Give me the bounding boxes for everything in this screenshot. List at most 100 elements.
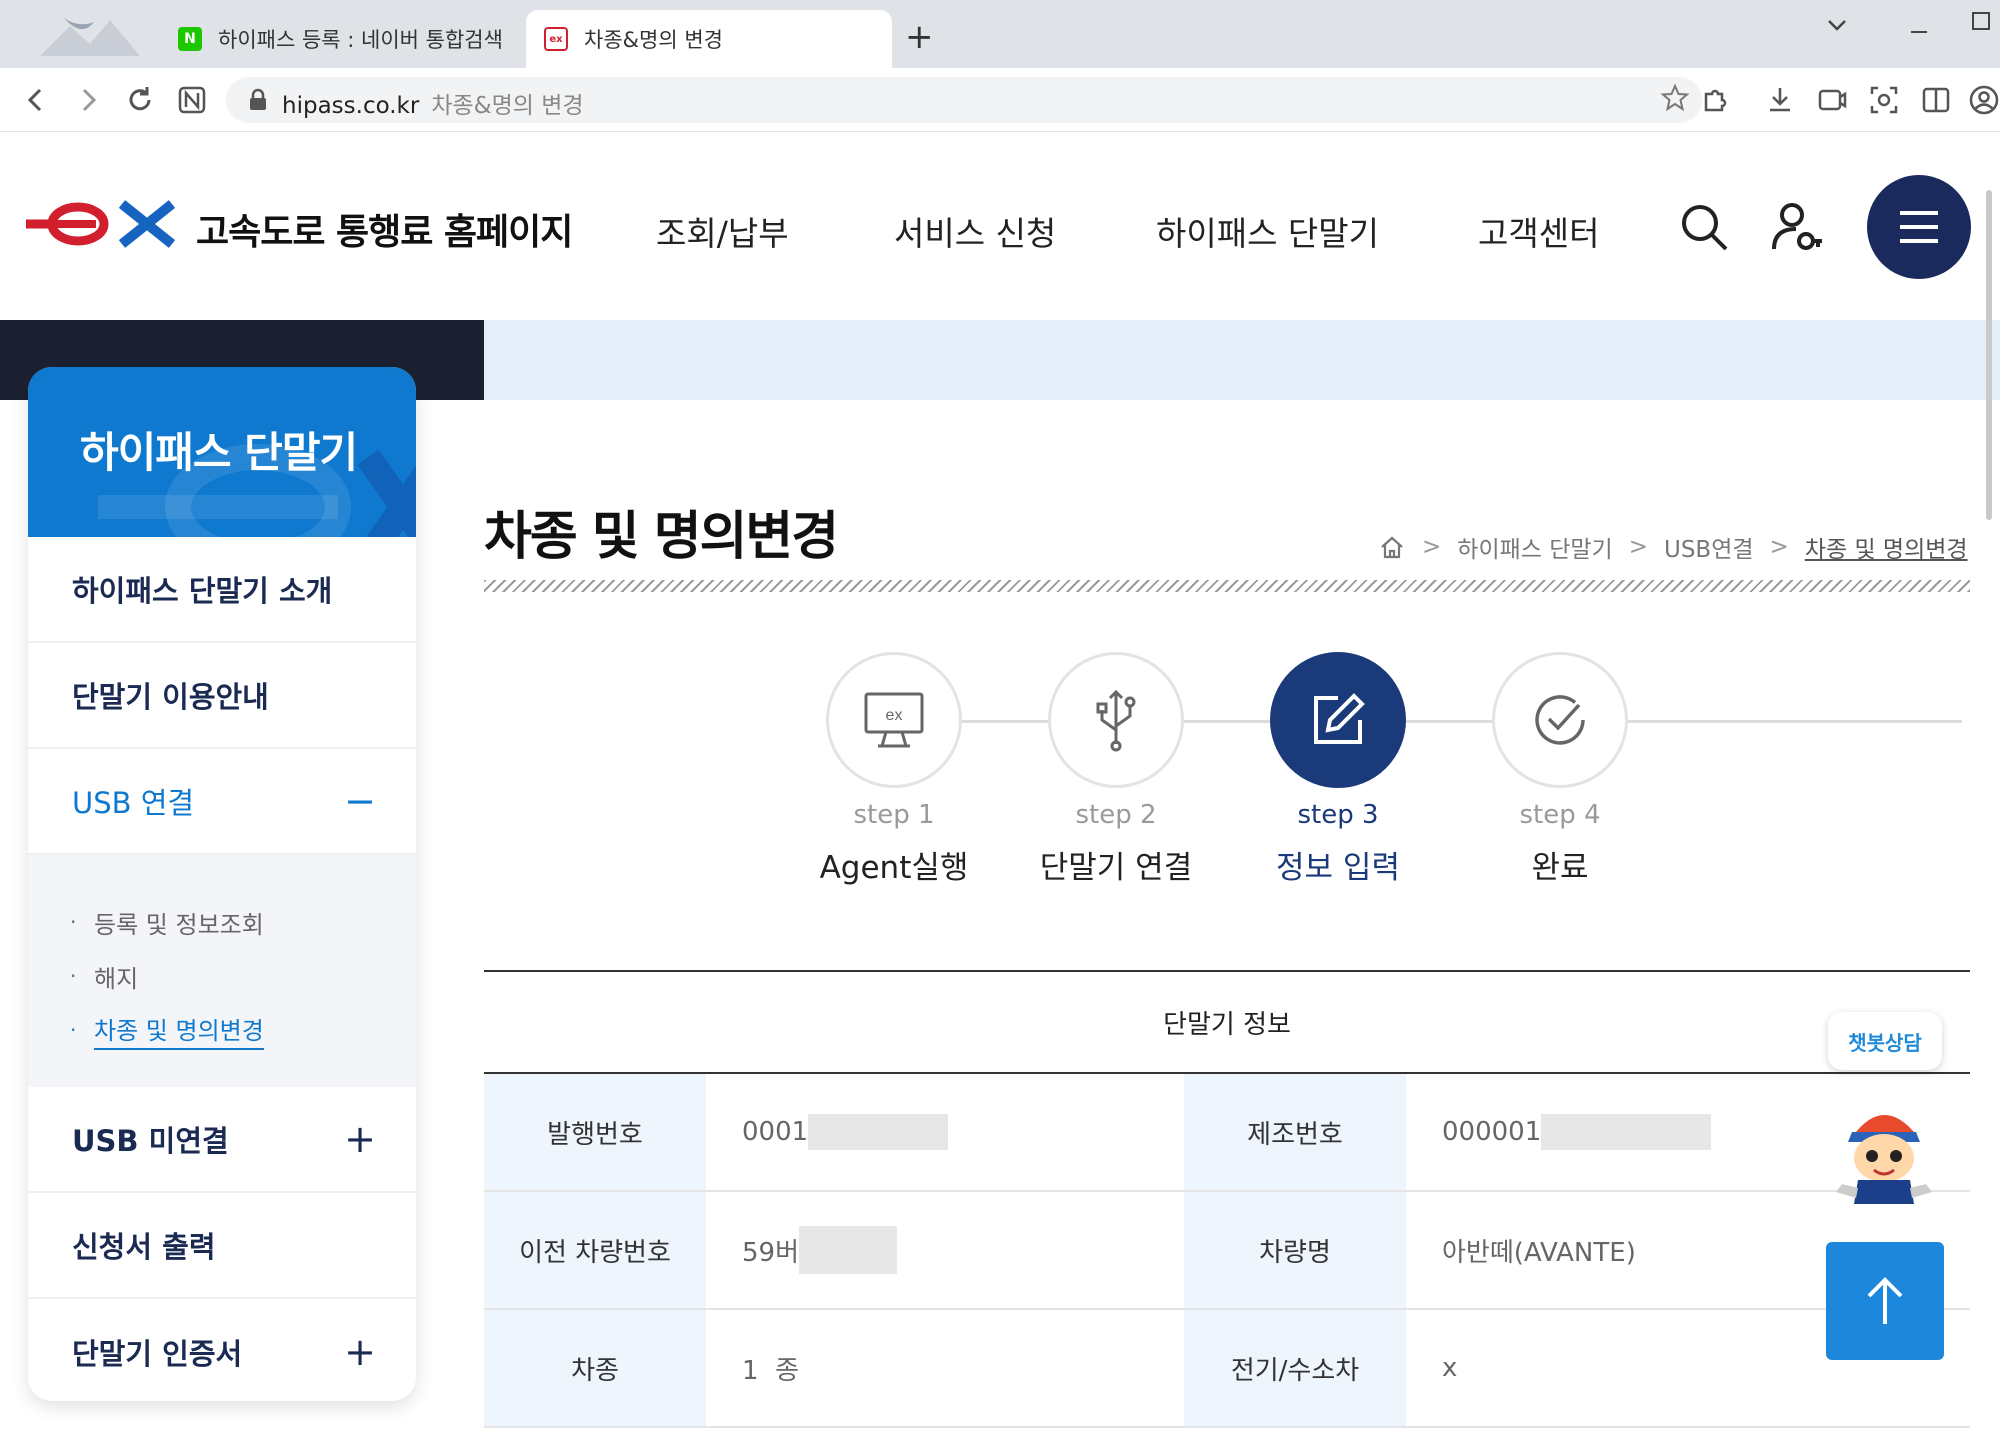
svg-text:ex: ex (886, 707, 903, 724)
breadcrumb-separator-icon: > (1769, 534, 1789, 560)
nav-service-apply[interactable]: 서비스 신청 (894, 207, 1056, 255)
sidebar-item-device-certificate[interactable]: 단말기 인증서 + (28, 1299, 416, 1401)
table-header-cell: 발행번호 (484, 1074, 706, 1190)
usb-icon (1096, 689, 1136, 752)
step-1-label: step 1 (853, 800, 935, 830)
download-icon[interactable] (1762, 82, 1798, 118)
login-user-icon[interactable] (1770, 201, 1824, 255)
bullet-icon: · (70, 910, 77, 934)
submenu-item-cancel[interactable]: · 해지 (70, 949, 416, 1003)
sidebar-item-usage-guide[interactable]: 단말기 이용안내 (28, 643, 416, 749)
sidebar-item-device-intro[interactable]: 하이패스 단말기 소개 (28, 537, 416, 643)
nav-inquiry-payment[interactable]: 조회/납부 (656, 207, 789, 255)
step-4-name: 완료 (1531, 850, 1589, 886)
table-row: 발행번호 0001 제조번호 000001 (484, 1074, 1970, 1192)
profile-icon[interactable] (1966, 82, 2000, 118)
extensions-icon[interactable] (1696, 82, 1732, 118)
home-icon[interactable] (1378, 533, 1406, 561)
scroll-to-top-button[interactable] (1826, 1242, 1944, 1360)
sidebar-item-label: 하이패스 단말기 소개 (72, 574, 333, 608)
tab-list-chevron-icon[interactable] (1826, 14, 1848, 36)
breadcrumb-item[interactable]: USB연결 (1664, 530, 1754, 564)
minimize-icon[interactable] (1908, 14, 1930, 36)
breadcrumb-current[interactable]: 차종 및 명의변경 (1805, 530, 1968, 564)
tab-vehicle-change[interactable]: ex 차종&명의 변경 (526, 10, 892, 68)
maximize-icon[interactable] (1970, 10, 1992, 32)
sidebar-item-usb-not-connected[interactable]: USB 미연결 + (28, 1087, 416, 1193)
step-2-circle (1048, 652, 1184, 788)
table-top-border (484, 970, 1970, 972)
tab-label: 하이패스 등록 : 네이버 통합검색 (218, 28, 502, 52)
expand-plus-icon[interactable]: + (344, 1330, 376, 1374)
bookmark-star-icon[interactable] (1660, 83, 1690, 113)
sidebar-item-label: 신청서 출력 (72, 1230, 216, 1264)
hamburger-menu-button[interactable] (1867, 175, 1971, 279)
ev-hydrogen-value: x (1442, 1353, 1458, 1383)
prev-plate-value: 59버 (742, 1237, 800, 1268)
capture-icon[interactable] (1814, 82, 1850, 118)
step-2-name: 단말기 연결 (1039, 850, 1193, 886)
table-header-cell: 전기/수소차 (1184, 1310, 1406, 1426)
step-2-label: step 2 (1075, 800, 1157, 830)
sidebar-item-print-form[interactable]: 신청서 출력 (28, 1193, 416, 1299)
page-scrollbar[interactable] (1986, 190, 1992, 520)
step-3-name: 정보 입력 (1276, 850, 1400, 886)
breadcrumb: > 하이패스 단말기 > USB연결 > 차종 및 명의변경 (1378, 530, 1968, 564)
search-icon[interactable] (1678, 201, 1732, 255)
sidebar-item-label: 단말기 이용안내 (72, 680, 269, 714)
back-icon[interactable] (18, 82, 54, 118)
mascot-chatbot-icon[interactable] (1822, 1092, 1946, 1208)
hamburger-icon (1900, 211, 1938, 243)
sidebar-item-usb-connected[interactable]: USB 연결 − (28, 749, 416, 855)
nav-customer-center[interactable]: 고객센터 (1478, 207, 1599, 255)
new-tab-button[interactable]: + (905, 20, 934, 54)
table-value-cell: 59버 (742, 1192, 898, 1308)
table-value-cell: x (1442, 1310, 1457, 1426)
naver-favicon: N (178, 27, 202, 51)
left-sidebar: 하이패스 단말기 하이패스 단말기 소개 단말기 이용안내 USB 연결 − ·… (28, 367, 416, 1401)
sidebar-item-label: USB 연결 (72, 786, 195, 820)
screenshot-icon[interactable] (1866, 82, 1902, 118)
sidebar-submenu: · 등록 및 정보조회 · 해지 · 차종 및 명의변경 (28, 855, 416, 1087)
expand-plus-icon[interactable]: + (344, 1117, 376, 1161)
monitor-ex-icon: ex (864, 692, 924, 748)
title-divider (484, 580, 1970, 592)
redaction-mask (1541, 1114, 1712, 1150)
site-title[interactable]: 고속도로 통행료 홈페이지 (196, 203, 573, 255)
submenu-label: 해지 (94, 964, 139, 993)
table-value-cell: 1 종 (742, 1310, 799, 1426)
sidebar-item-label: 단말기 인증서 (72, 1337, 243, 1371)
naver-home-icon[interactable] (174, 82, 210, 118)
forward-icon[interactable] (70, 82, 106, 118)
collapse-minus-icon[interactable]: − (344, 779, 376, 823)
step-1-circle: ex (826, 652, 962, 788)
bullet-icon: · (70, 1018, 77, 1042)
vehicle-name-value: 아반떼(AVANTE) (1442, 1237, 1636, 1268)
table-row: 차종 1 종 전기/수소차 x (484, 1310, 1970, 1428)
ex-logo[interactable] (26, 198, 178, 250)
reload-icon[interactable] (122, 82, 158, 118)
url-domain: hipass.co.kr (282, 93, 420, 119)
nav-hipass-device[interactable]: 하이패스 단말기 (1156, 207, 1379, 255)
chatbot-bubble[interactable]: 챗봇상담 (1828, 1012, 1942, 1070)
url-text: hipass.co.kr 차종&명의 변경 (282, 86, 584, 120)
edit-icon (1314, 693, 1365, 744)
browser-tab-bar: N 하이패스 등록 : 네이버 통합검색 ex 차종&명의 변경 + (0, 0, 2000, 68)
site-header: 고속도로 통행료 홈페이지 조회/납부 서비스 신청 하이패스 단말기 고객센터 (0, 133, 2000, 319)
submenu-item-register[interactable]: · 등록 및 정보조회 (70, 895, 416, 949)
sidebar-title: 하이패스 단말기 (80, 428, 358, 477)
submenu-label: 등록 및 정보조회 (94, 910, 264, 939)
table-header-cell: 이전 차량번호 (484, 1192, 706, 1308)
sidebar-item-label: USB 미연결 (72, 1124, 229, 1158)
address-bar[interactable]: hipass.co.kr 차종&명의 변경 (226, 77, 1702, 123)
sidebar-toggle-icon[interactable] (1918, 82, 1954, 118)
step-3-label: step 3 (1297, 800, 1379, 830)
table-header-cell: 차종 (484, 1310, 706, 1426)
bullet-icon: · (70, 964, 77, 988)
tab-naver-search[interactable]: N 하이패스 등록 : 네이버 통합검색 (160, 10, 520, 68)
banner-strip (456, 320, 2000, 400)
table-header-cell: 차량명 (1184, 1192, 1406, 1308)
breadcrumb-item[interactable]: 하이패스 단말기 (1457, 530, 1612, 564)
submenu-item-vehicle-change[interactable]: · 차종 및 명의변경 (70, 1003, 416, 1057)
step-3-circle (1270, 652, 1406, 788)
